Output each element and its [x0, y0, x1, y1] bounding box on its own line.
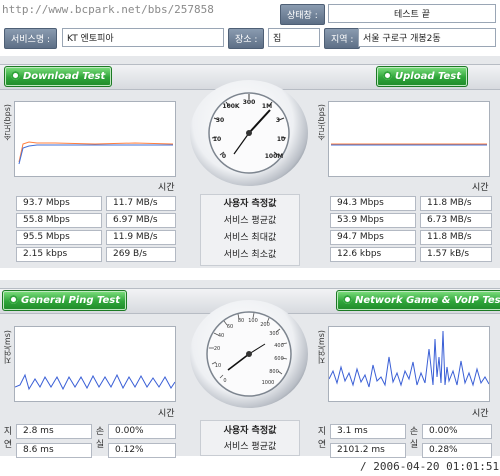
voip-graph-plot: [328, 330, 490, 388]
play-icon: [383, 71, 392, 80]
ping-tick: 0: [223, 378, 226, 384]
upload-value-mbs: 6.73 MB/s: [420, 213, 492, 228]
ping-loss-side-label: 손실: [95, 427, 105, 450]
download-value-mbps: 2.15 kbps: [16, 247, 102, 262]
svg-text:400: 400: [274, 343, 284, 349]
svg-text:60: 60: [227, 324, 233, 330]
voip-delay-value: 3.1 ms: [330, 424, 406, 439]
ping-delay-value: 8.6 ms: [16, 443, 92, 458]
service-field: KT 엔토피아: [62, 28, 224, 47]
download-value-mbps: 95.5 Mbps: [16, 230, 102, 245]
ping-gauge: 0 10 20 40 60 80 100 200 300 400 600 800…: [190, 300, 308, 408]
status-label: 상태창 :: [280, 4, 325, 25]
upload-test-button[interactable]: Upload Test: [376, 66, 469, 87]
download-value-mbps: 93.7 Mbps: [16, 196, 102, 211]
ping-x-label: 시간: [158, 409, 175, 419]
download-graph-plot: [18, 141, 174, 165]
svg-text:40: 40: [218, 333, 224, 339]
voip-x-label: 시간: [472, 409, 489, 419]
svg-text:1000: 1000: [262, 380, 275, 386]
download-test-button[interactable]: Download Test: [4, 66, 113, 87]
play-icon: [9, 295, 18, 304]
speed-tick-6: 3: [276, 117, 280, 124]
speed-tick-0: 0: [222, 153, 226, 160]
upload-test-label: Upload Test: [395, 71, 462, 82]
general-ping-test-button[interactable]: General Ping Test: [2, 290, 128, 311]
ping-loss-value: 0.12%: [108, 443, 176, 458]
play-icon: [11, 71, 20, 80]
voip-delay-side-label: 지연: [317, 427, 327, 450]
voip-delay-value: 2101.2 ms: [330, 443, 406, 458]
svg-text:20: 20: [214, 346, 220, 352]
download-x-label: 시간: [158, 183, 175, 193]
upload-value-mbps: 53.9 Mbps: [330, 213, 416, 228]
ping-y-label: 지연(ms): [3, 330, 12, 365]
ping-loss-value: 0.00%: [108, 424, 176, 439]
speed-tick-8: 100M: [265, 153, 284, 160]
play-icon: [343, 295, 352, 304]
ping-delay-value: 2.8 ms: [16, 424, 92, 439]
ping-graph: [14, 326, 176, 402]
upload-value-mbps: 94.7 Mbps: [330, 230, 416, 245]
ping-delay-side-label: 지연: [3, 427, 13, 450]
speed-tick-1: 10: [213, 136, 221, 143]
url-watermark: http://www.bcpark.net/bbs/257858: [2, 3, 214, 16]
svg-text:10: 10: [215, 363, 221, 369]
download-value-mbs: 269 B/s: [106, 247, 176, 262]
svg-text:800: 800: [269, 369, 279, 375]
general-ping-test-label: General Ping Test: [21, 295, 121, 306]
speed-max-label: 서비스 최대값: [223, 233, 277, 243]
voip-y-label: 지연(ms): [317, 330, 326, 365]
download-graph: [14, 101, 176, 177]
upload-value-mbs: 1.57 kB/s: [420, 247, 492, 262]
voip-loss-value: 0.28%: [422, 443, 492, 458]
download-test-label: Download Test: [23, 71, 106, 82]
timestamp: / 2006-04-20 01:01:51: [360, 460, 500, 473]
speed-tick-7: 10: [277, 136, 285, 143]
upload-graph: [328, 101, 490, 177]
download-y-label: 속도(bps): [3, 104, 12, 141]
svg-text:200: 200: [260, 322, 270, 328]
svg-text:600: 600: [274, 356, 284, 362]
region-field: 서울 구로구 개봉2동: [358, 28, 496, 47]
voip-graph: [328, 326, 490, 402]
upload-value-mbs: 11.8 MB/s: [420, 196, 492, 211]
speed-tick-5: 1M: [262, 103, 272, 110]
upload-value-mbps: 12.6 kbps: [330, 247, 416, 262]
upload-value-mbs: 11.8 MB/s: [420, 230, 492, 245]
top-bar: http://www.bcpark.net/bbs/257858 상태창 : 테…: [0, 0, 500, 52]
place-field: 집: [268, 28, 320, 47]
ping-avg-label: 서비스 평균값: [223, 442, 277, 452]
svg-text:300: 300: [269, 331, 279, 337]
upload-x-label: 시간: [472, 183, 489, 193]
speed-gauge: 0 10 30 100K 300 1M 3 10 100M: [190, 80, 308, 186]
download-value-mbs: 11.9 MB/s: [106, 230, 176, 245]
upload-graph-plot: [331, 143, 487, 146]
svg-text:100: 100: [248, 318, 258, 324]
upload-value-mbps: 94.3 Mbps: [330, 196, 416, 211]
download-value-mbs: 6.97 MB/s: [106, 213, 176, 228]
speed-min-label: 서비스 최소값: [223, 250, 277, 260]
ping-graph-plot: [14, 373, 176, 391]
voip-loss-value: 0.00%: [422, 424, 492, 439]
region-label: 지역 :: [324, 28, 361, 49]
upload-y-label: 속도(bps): [317, 104, 326, 141]
svg-text:80: 80: [238, 318, 244, 324]
speed-center-title: 사용자 측정값: [223, 199, 277, 209]
status-field: 테스트 끝: [328, 4, 496, 23]
network-game-voip-test-button[interactable]: Network Game & VoIP Test: [336, 290, 500, 311]
ping-center-title: 사용자 측정값: [223, 426, 277, 436]
speed-tick-3: 100K: [222, 103, 240, 110]
speed-tick-4: 300: [243, 99, 256, 106]
speed-avg-label: 서비스 평균값: [223, 216, 277, 226]
network-game-voip-test-label: Network Game & VoIP Test: [355, 295, 500, 306]
place-label: 장소 :: [228, 28, 265, 49]
voip-loss-side-label: 손실: [409, 427, 419, 450]
speed-tick-2: 30: [216, 117, 224, 124]
download-value-mbs: 11.7 MB/s: [106, 196, 176, 211]
download-value-mbps: 55.8 Mbps: [16, 213, 102, 228]
service-label: 서비스명 :: [4, 28, 58, 49]
